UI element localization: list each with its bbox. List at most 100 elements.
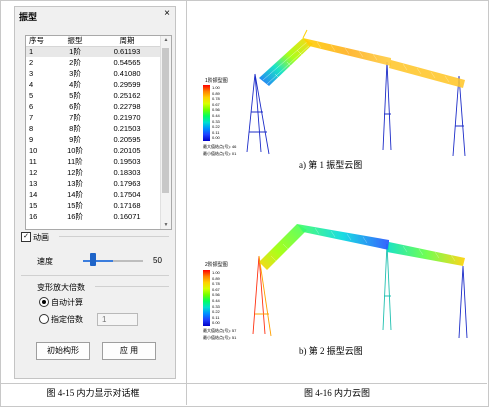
- table-row[interactable]: 8 8阶 0.21503: [26, 124, 160, 134]
- row-period: 0.21970: [113, 113, 141, 122]
- row-index: 1: [29, 47, 34, 56]
- animation-label: 动画: [33, 233, 49, 242]
- table-row[interactable]: 15 15阶 0.17168: [26, 201, 160, 211]
- table-row[interactable]: 11 11阶 0.19503: [26, 157, 160, 167]
- speed-slider-thumb[interactable]: [90, 253, 96, 266]
- row-mode: 10阶: [67, 146, 83, 155]
- row-mode: 9阶: [69, 135, 81, 144]
- row-index: 7: [29, 113, 34, 122]
- row-index: 6: [29, 102, 34, 111]
- animation-checkbox[interactable]: ✓: [21, 232, 31, 242]
- table-scrollbar[interactable]: ▲ ▼: [160, 36, 171, 229]
- table-row[interactable]: 16 16阶 0.16071: [26, 212, 160, 222]
- truss-span-right: [389, 60, 465, 88]
- period-table[interactable]: 序号 振型 周期 1 1阶 0.61193 2 2阶 0.54565 3 3阶 0.41080 4…: [25, 35, 172, 230]
- speed-slider-fill: [83, 260, 113, 262]
- scroll-down-icon[interactable]: ▼: [162, 222, 170, 228]
- radio-dot: [42, 300, 46, 304]
- scale-group-label: 变形放大倍数: [37, 283, 85, 292]
- speed-value: 50: [153, 256, 162, 265]
- row-mode: 12阶: [67, 168, 83, 177]
- apply-button[interactable]: 应 用: [102, 342, 156, 360]
- column-header-mode[interactable]: 振型: [54, 36, 96, 46]
- mode-1-figure: 1阶振型图 1.00 0.89 0.78 0.67 0.56 0.44 0.33 0.22 0.…: [197, 14, 477, 174]
- row-index: 8: [29, 124, 34, 133]
- row-mode: 8阶: [69, 124, 81, 133]
- row-mode: 14阶: [67, 190, 83, 199]
- manual-scale-radio[interactable]: [39, 314, 49, 324]
- truss-tip: [302, 29, 308, 39]
- figure-a-caption: a) 第 1 振型云图: [299, 160, 363, 170]
- table-row[interactable]: 3 3阶 0.41080: [26, 69, 160, 79]
- row-period: 0.29599: [113, 80, 141, 89]
- row-index: 15: [29, 201, 38, 210]
- row-index: 14: [29, 190, 38, 199]
- mode-2-figure: 2阶振型图 1.00 0.89 0.78 0.67 0.56 0.44 0.33 0.22 0.…: [197, 200, 477, 360]
- table-row[interactable]: 12 12阶 0.18303: [26, 168, 160, 178]
- column-divider: [186, 0, 187, 405]
- group-divider: [59, 236, 169, 237]
- close-icon[interactable]: ×: [164, 9, 170, 19]
- row-index: 11: [29, 157, 37, 166]
- row-period: 0.21503: [113, 124, 141, 133]
- truss-span-middle: [297, 224, 389, 250]
- truss-span-left: [259, 38, 313, 86]
- row-period: 0.20595: [113, 135, 141, 144]
- table-row[interactable]: 9 9阶 0.20595: [26, 135, 160, 145]
- scale-factor-input[interactable]: 1: [97, 313, 138, 326]
- row-mode: 4阶: [69, 80, 81, 89]
- table-row[interactable]: 13 13阶 0.17963: [26, 179, 160, 189]
- truss-span-right: [387, 242, 465, 266]
- table-row[interactable]: 7 7阶 0.21970: [26, 113, 160, 123]
- table-row[interactable]: 14 14阶 0.17504: [26, 190, 160, 200]
- table-row[interactable]: 2 2阶 0.54565: [26, 58, 160, 68]
- row-period: 0.19503: [113, 157, 141, 166]
- row-index: 4: [29, 80, 34, 89]
- mode-2-structure: [252, 224, 468, 339]
- row-period: 0.41080: [113, 69, 141, 78]
- table-row[interactable]: 6 6阶 0.22798: [26, 102, 160, 112]
- dialog-title: 振型: [19, 12, 38, 22]
- row-period: 0.61193: [113, 47, 141, 56]
- row-index: 9: [29, 135, 34, 144]
- group-divider: [95, 286, 169, 287]
- row-index: 13: [29, 179, 38, 188]
- scrollbar-thumb[interactable]: [162, 48, 169, 193]
- column-header-period[interactable]: 周期: [96, 36, 158, 46]
- section-divider: [21, 275, 169, 276]
- mode-shape-dialog: 振型 × 序号 振型 周期 1 1阶 0.61193 2 2阶 0.54565 3 3阶 0.4…: [14, 6, 176, 379]
- truss-span-left: [259, 224, 307, 270]
- manual-scale-label: 指定倍数: [51, 315, 83, 324]
- left-caption: 图 4-15 内力显示对话框: [46, 388, 140, 398]
- table-row[interactable]: 10 10阶 0.20105: [26, 146, 160, 156]
- row-period: 0.17168: [113, 201, 141, 210]
- row-period: 0.22798: [113, 102, 141, 111]
- row-index: 16: [29, 212, 38, 221]
- row-mode: 6阶: [69, 102, 81, 111]
- row-mode: 13阶: [67, 179, 83, 188]
- figure-b-caption: b) 第 2 振型云图: [299, 346, 363, 356]
- row-mode: 16阶: [67, 212, 83, 221]
- row-mode: 1阶: [69, 47, 81, 56]
- row-mode: 15阶: [67, 201, 83, 210]
- table-row[interactable]: 1 1阶 0.61193: [26, 47, 160, 57]
- row-index: 3: [29, 69, 34, 78]
- table-row[interactable]: 4 4阶 0.29599: [26, 80, 160, 90]
- row-index: 2: [29, 58, 34, 67]
- auto-scale-radio[interactable]: [39, 297, 49, 307]
- row-index: 10: [29, 146, 38, 155]
- right-caption: 图 4-16 内力云图: [304, 388, 370, 398]
- row-mode: 2阶: [69, 58, 81, 67]
- row-period: 0.54565: [113, 58, 141, 67]
- row-mode: 7阶: [69, 113, 81, 122]
- truss-span-middle: [303, 38, 391, 66]
- row-period: 0.17963: [113, 179, 141, 188]
- row-period: 0.17504: [113, 190, 141, 199]
- row-mode: 11阶: [67, 157, 83, 166]
- speed-label: 速度: [37, 257, 53, 266]
- initial-shape-button[interactable]: 初始构形: [36, 342, 90, 360]
- table-row[interactable]: 5 5阶 0.25162: [26, 91, 160, 101]
- column-header-index[interactable]: 序号: [29, 36, 53, 46]
- scroll-up-icon[interactable]: ▲: [162, 37, 170, 43]
- row-period: 0.20105: [113, 146, 141, 155]
